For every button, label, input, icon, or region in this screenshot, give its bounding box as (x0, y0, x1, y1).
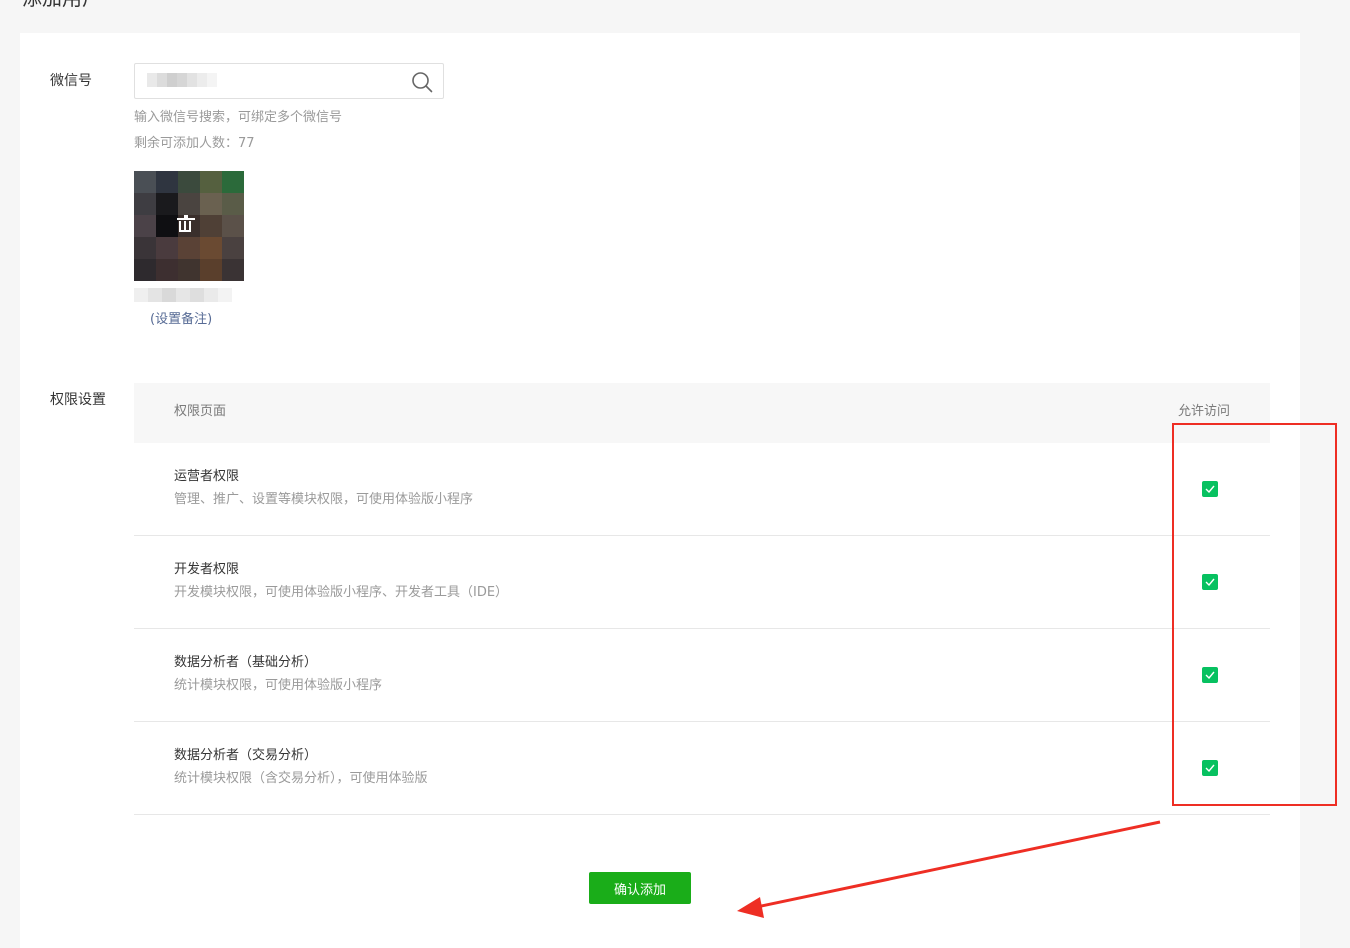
table-row: 数据分析者（交易分析） 统计模块权限（含交易分析），可使用体验版 (134, 722, 1270, 815)
avatar (134, 171, 244, 281)
search-icon[interactable] (411, 71, 433, 93)
annotation-highlight-box (1172, 423, 1337, 806)
permission-desc: 管理、推广、设置等模块权限，可使用体验版小程序 (174, 492, 474, 507)
wechat-label: 微信号 (50, 73, 92, 89)
permissions-table: 权限页面 允许访问 运营者权限 管理、推广、设置等模块权限，可使用体验版小程序 … (134, 383, 1270, 815)
permission-desc: 统计模块权限，可使用体验版小程序 (174, 678, 383, 693)
confirm-add-button[interactable]: 确认添加 (589, 872, 691, 904)
table-header: 权限页面 允许访问 (134, 383, 1270, 443)
remaining-count: 剩余可添加人数：77 (134, 136, 255, 151)
column-header-page: 权限页面 (174, 404, 227, 419)
delete-icon[interactable] (174, 213, 198, 233)
permission-desc: 统计模块权限（含交易分析），可使用体验版 (174, 771, 428, 786)
permission-desc: 开发模块权限，可使用体验版小程序、开发者工具（IDE） (174, 585, 509, 600)
form-card: 微信号 输入微信号搜索，可绑定多个微信号 剩余可添加人数：77 (设置备注) 权… (20, 33, 1300, 948)
permissions-label: 权限设置 (50, 392, 106, 408)
permission-title: 数据分析者（交易分析） (174, 748, 318, 763)
column-header-allow: 允许访问 (1177, 404, 1230, 419)
page-title: 添加用户 (22, 0, 102, 10)
wechat-search-input[interactable] (134, 63, 444, 99)
table-row: 开发者权限 开发模块权限，可使用体验版小程序、开发者工具（IDE） (134, 536, 1270, 629)
set-remark-link[interactable]: (设置备注) (150, 311, 212, 329)
table-row: 运营者权限 管理、推广、设置等模块权限，可使用体验版小程序 (134, 443, 1270, 536)
nickname-blurred (134, 288, 232, 302)
table-row: 数据分析者（基础分析） 统计模块权限，可使用体验版小程序 (134, 629, 1270, 722)
search-value-blurred (147, 73, 221, 87)
permission-title: 开发者权限 (174, 562, 240, 577)
permission-title: 数据分析者（基础分析） (174, 655, 318, 670)
permission-title: 运营者权限 (174, 469, 240, 484)
search-hint: 输入微信号搜索，可绑定多个微信号 (134, 110, 343, 125)
